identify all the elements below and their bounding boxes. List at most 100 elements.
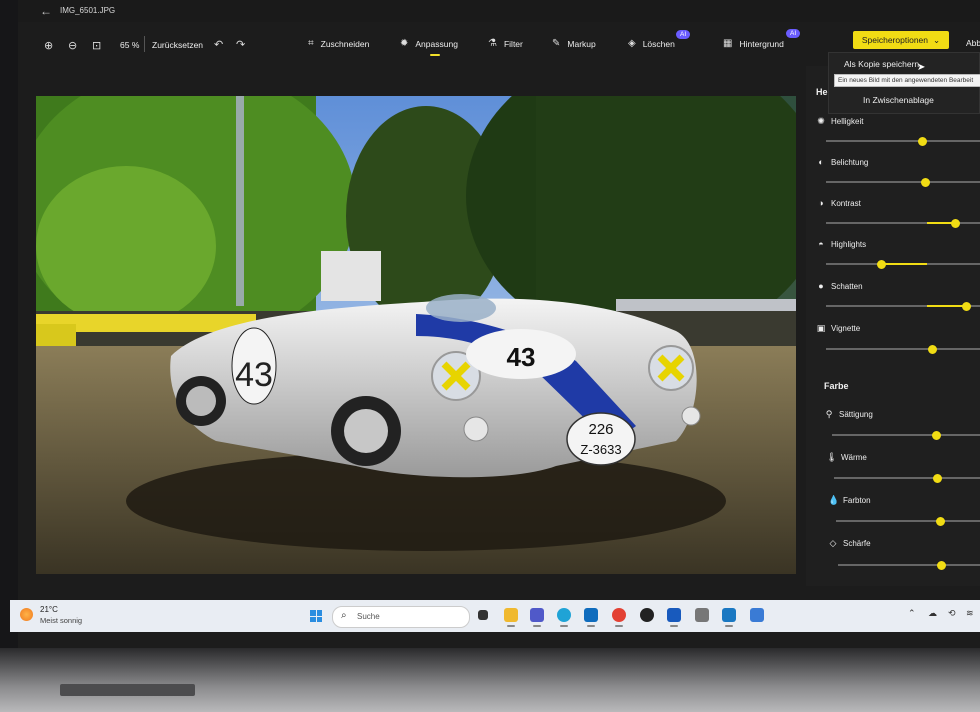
slider-thumb[interactable]: [877, 260, 886, 269]
drop-icon: 💧: [828, 495, 840, 505]
save-options-button[interactable]: Speicheroptionen ⌄: [853, 31, 949, 49]
sharpness-label: Schärfe: [843, 539, 871, 548]
ai-badge: AI: [786, 29, 801, 38]
fit-screen-icon[interactable]: ⊡: [92, 39, 101, 52]
slider-thumb[interactable]: [928, 345, 937, 354]
slider-track: [838, 564, 980, 566]
exposure-icon: ◐: [818, 157, 824, 167]
chevron-down-icon: ⌄: [933, 34, 941, 45]
crop-icon: ⌗: [308, 38, 314, 49]
race-number-hood: 43: [507, 342, 536, 372]
sync-icon[interactable]: ⟲: [948, 608, 956, 619]
slider-thumb[interactable]: [918, 137, 927, 146]
ai-badge: AI: [676, 30, 691, 39]
file-explorer-icon[interactable]: [504, 608, 518, 627]
word-icon[interactable]: [667, 608, 681, 627]
zoom-level: 65 %: [120, 40, 140, 50]
overflow-button[interactable]: Abb: [966, 38, 980, 48]
slider-track: [832, 434, 980, 436]
vignette-icon: ▣: [816, 323, 826, 333]
tools-icon[interactable]: [695, 608, 709, 622]
background-icon: ▦: [723, 38, 733, 49]
contrast-label: Kontrast: [831, 198, 861, 208]
sun-icon: ✺: [817, 116, 825, 126]
plate-line-1: 226: [588, 421, 613, 438]
slider-label-warmth: 🌡 Wärme: [826, 452, 867, 463]
slider-label-saturation: ⚲ Sättigung: [824, 409, 873, 420]
tab-erase-label: Löschen: [642, 38, 675, 49]
weather-sun-icon[interactable]: [20, 608, 33, 621]
edge-icon[interactable]: [557, 608, 571, 627]
tab-background[interactable]: ▦ Hintergrund: [723, 38, 784, 49]
zoom-in-icon[interactable]: ⊕: [44, 39, 53, 52]
search-placeholder: Suche: [357, 612, 380, 621]
slider-thumb[interactable]: [933, 474, 942, 483]
saturation-label: Sättigung: [839, 410, 873, 419]
menu-item-save-copy[interactable]: Als Kopie speichern: [844, 59, 919, 69]
reset-button[interactable]: Zurücksetzen: [152, 40, 203, 50]
slider-thumb[interactable]: [936, 517, 945, 526]
tab-filter-label: Filter: [503, 38, 523, 49]
title-bar: ← IMG_6501.JPG: [18, 0, 980, 22]
chevron-up-icon[interactable]: ⌃: [908, 608, 916, 619]
slider-thumb[interactable]: [932, 431, 941, 440]
pen-icon: ✎: [552, 38, 561, 49]
slider-track: [834, 477, 980, 479]
slider-thumb[interactable]: [962, 302, 971, 311]
app-icon[interactable]: [640, 608, 654, 622]
tint-label: Farbton: [843, 496, 871, 505]
task-view-icon[interactable]: [478, 610, 488, 620]
slider-track: [836, 520, 980, 522]
warmth-label: Wärme: [841, 453, 867, 462]
weather-description: Meist sonnig: [40, 616, 83, 625]
slider-thumb[interactable]: [951, 219, 960, 228]
filter-icon: ⚗: [488, 38, 497, 49]
slider-thumb[interactable]: [921, 178, 930, 187]
slider-track: [826, 348, 980, 350]
vignette-label: Vignette: [831, 324, 861, 333]
back-arrow-icon[interactable]: ←: [40, 4, 52, 18]
eyedropper-icon: ⚲: [825, 409, 833, 419]
photos-icon[interactable]: [722, 608, 736, 627]
windows-start-icon[interactable]: [310, 610, 322, 622]
race-number: 43: [235, 356, 273, 394]
highlights-label: Highlights: [831, 239, 867, 249]
tab-markup[interactable]: ✎ Markup: [552, 38, 596, 49]
slider-label-exposure: ◐ Belichtung: [816, 157, 868, 167]
slider-fill: [927, 222, 952, 224]
slider-label-sharpness: ◇ Schärfe: [828, 538, 871, 549]
plate-line-2: Z-3633: [580, 442, 621, 457]
weather-temperature: 21°C: [40, 605, 58, 614]
tab-adjust[interactable]: ✹ Anpassung: [400, 38, 458, 56]
search-icon: ⌕: [341, 610, 347, 621]
chrome-icon[interactable]: [612, 608, 626, 627]
redo-icon[interactable]: ↷: [236, 38, 245, 51]
tab-crop[interactable]: ⌗ Zuschneiden: [308, 38, 369, 49]
cloud-icon[interactable]: ☁: [928, 608, 937, 619]
photo-preview[interactable]: 43 43 226 Z-3633: [36, 96, 796, 574]
outlook-icon[interactable]: [584, 608, 598, 627]
tab-adjust-label: Anpassung: [415, 38, 458, 49]
menu-item-clipboard[interactable]: In Zwischenablage: [863, 95, 934, 105]
laptop-hinge: [60, 684, 195, 696]
laptop-frame-bottom: [0, 648, 980, 712]
taskbar: 21°C Meist sonnig ⌕ Suche ⌃ ☁ ⟲ ≋: [10, 600, 980, 632]
section-color-title: Farbe: [824, 381, 849, 391]
taskbar-search[interactable]: ⌕ Suche: [332, 606, 470, 628]
zoom-out-icon[interactable]: ⊖: [68, 39, 77, 52]
shadows-label: Schatten: [831, 281, 863, 291]
eraser-icon: ◈: [628, 38, 636, 49]
slider-label-highlights: ◓ Highlights: [816, 239, 866, 249]
adjust-panel: Hell ✺ Helligkeit ◐ Belichtung ◑ Kontras…: [806, 66, 980, 586]
tab-erase[interactable]: ◈ Löschen: [628, 38, 675, 49]
exposure-label: Belichtung: [831, 157, 869, 167]
slider-thumb[interactable]: [937, 561, 946, 570]
teams-icon[interactable]: [530, 608, 544, 627]
tab-filter[interactable]: ⚗ Filter: [488, 38, 523, 49]
slider-label-contrast: ◑ Kontrast: [816, 198, 861, 208]
thermometer-icon: 🌡: [826, 452, 838, 462]
wifi-icon[interactable]: ≋: [966, 608, 974, 619]
calculator-icon[interactable]: [750, 608, 764, 622]
undo-icon[interactable]: ↶: [214, 38, 223, 51]
diamond-icon: ◇: [829, 538, 837, 548]
